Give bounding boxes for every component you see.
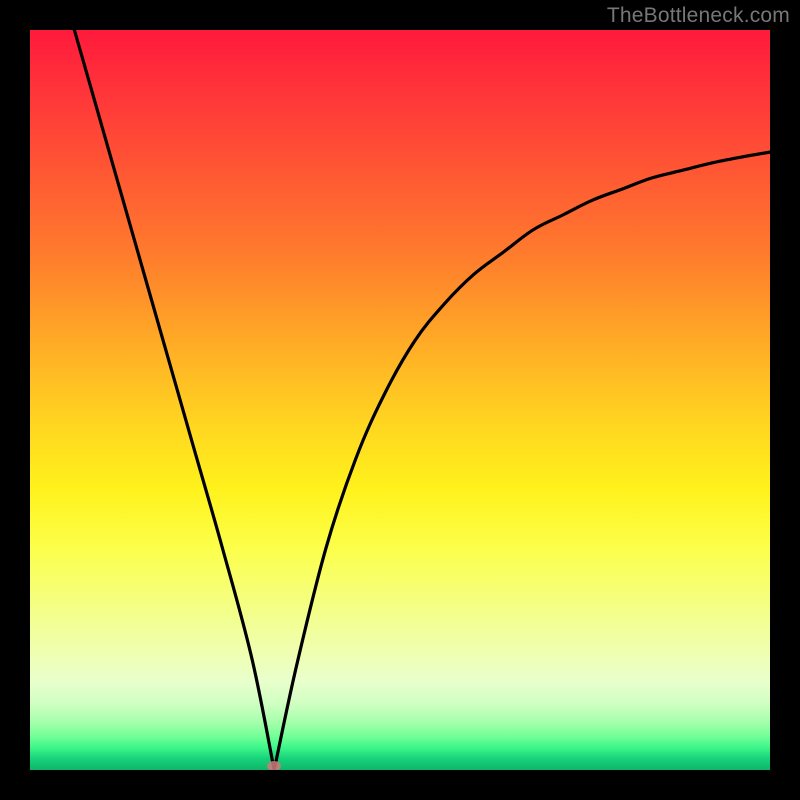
chart-frame (30, 30, 770, 770)
nadir-marker-icon (267, 761, 281, 770)
bottleneck-curve (30, 30, 770, 770)
attribution-text: TheBottleneck.com (607, 4, 790, 28)
